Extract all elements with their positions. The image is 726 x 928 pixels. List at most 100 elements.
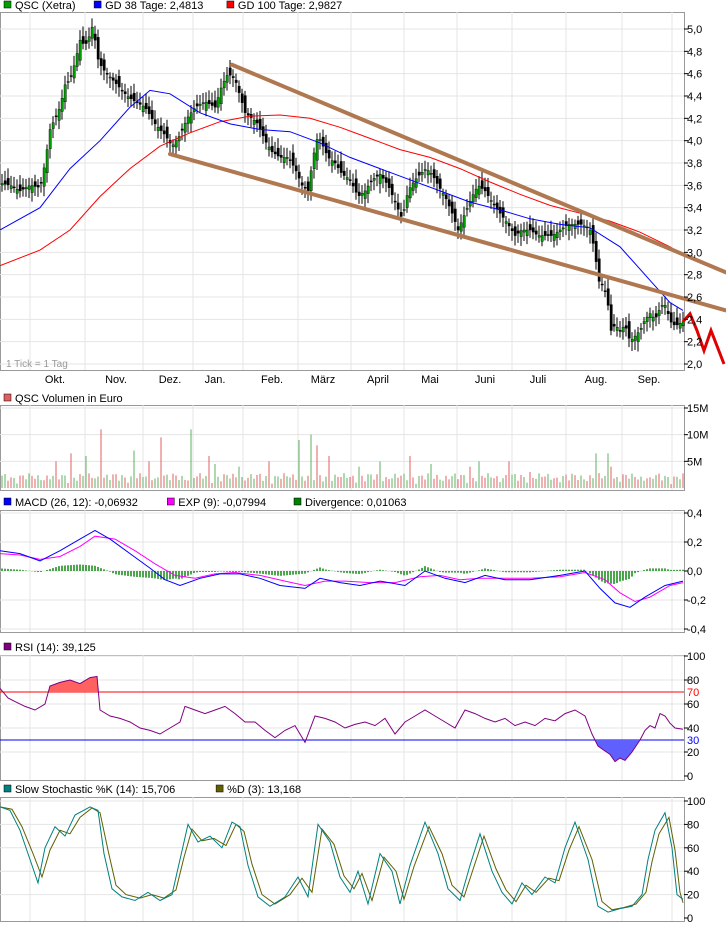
legend-label: %D (3): 13,168 bbox=[227, 784, 301, 796]
candle-body bbox=[231, 76, 235, 78]
candle-body bbox=[636, 332, 640, 342]
candle-body bbox=[207, 100, 211, 105]
candle-body bbox=[495, 202, 499, 210]
candle-body bbox=[675, 317, 679, 326]
candle-body bbox=[594, 241, 598, 262]
y-tick-label: 2,0 bbox=[687, 359, 702, 371]
candle-body bbox=[156, 127, 160, 131]
candle-body bbox=[45, 149, 49, 173]
candle-body bbox=[15, 189, 19, 194]
candle-body bbox=[453, 208, 457, 222]
candle-body bbox=[279, 155, 283, 158]
candle-body bbox=[105, 73, 109, 75]
candle-body bbox=[405, 195, 409, 208]
legend-label: MACD (26, 12): -0,06932 bbox=[15, 497, 138, 509]
candle-body bbox=[222, 80, 226, 89]
x-axis-label: Feb. bbox=[261, 374, 283, 386]
candle-body bbox=[543, 231, 547, 236]
y-tick-label: 2,2 bbox=[687, 337, 702, 349]
legend-swatch bbox=[3, 784, 12, 793]
candle-body bbox=[669, 312, 673, 323]
x-axis-label: Nov. bbox=[105, 374, 127, 386]
candle-body bbox=[591, 225, 595, 244]
candle-body bbox=[369, 180, 373, 183]
candle-body bbox=[255, 119, 259, 124]
legend-label: Divergence: 0,01063 bbox=[305, 497, 407, 509]
candle-body bbox=[534, 230, 538, 235]
y-tick-label: 3,4 bbox=[687, 203, 702, 215]
y-tick-label: 4,4 bbox=[687, 91, 702, 103]
candle-body bbox=[42, 167, 46, 187]
candle-body bbox=[552, 233, 556, 241]
candle-body bbox=[486, 187, 490, 196]
x-axis-label: Jan. bbox=[205, 374, 226, 386]
candle-body bbox=[9, 185, 13, 189]
x-axis-label: Sep. bbox=[638, 374, 661, 386]
candle-body bbox=[588, 229, 592, 235]
candle-body bbox=[240, 93, 244, 103]
y-tick-label: 20 bbox=[687, 890, 699, 902]
candle-body bbox=[285, 157, 289, 159]
candle-body bbox=[162, 130, 166, 135]
candle-body bbox=[450, 201, 454, 214]
y-tick-label: -0,4 bbox=[687, 624, 706, 636]
candle-body bbox=[348, 179, 352, 181]
candle-body bbox=[87, 36, 91, 42]
tick-note: 1 Tick = 1 Tag bbox=[6, 359, 68, 370]
candle-body bbox=[60, 98, 64, 112]
candle-body bbox=[660, 305, 664, 307]
candle-body bbox=[504, 221, 508, 224]
candle-body bbox=[120, 89, 124, 92]
candle-body bbox=[327, 149, 331, 159]
legend-swatch bbox=[3, 393, 12, 402]
candle-body bbox=[360, 193, 364, 196]
legend-swatch bbox=[293, 497, 302, 506]
y-tick-label: 2,6 bbox=[687, 292, 702, 304]
candle-body bbox=[618, 330, 622, 332]
candle-body bbox=[294, 165, 298, 172]
candle-body bbox=[579, 219, 583, 225]
candle-body bbox=[633, 335, 637, 341]
y-tick-label: 3,8 bbox=[687, 158, 702, 170]
y-tick-label: 20 bbox=[687, 747, 699, 759]
candle-body bbox=[282, 157, 286, 163]
candle-body bbox=[63, 84, 67, 102]
candle-body bbox=[324, 142, 328, 154]
y-tick-label: 5,0 bbox=[687, 24, 702, 36]
candle-body bbox=[264, 133, 268, 143]
rsi-70-label: 70 bbox=[687, 687, 699, 699]
candle-body bbox=[99, 58, 103, 67]
y-tick-label: 0,0 bbox=[687, 566, 702, 578]
candle-body bbox=[48, 129, 52, 149]
candle-body bbox=[537, 235, 541, 238]
candle-body bbox=[609, 304, 613, 331]
candle-body bbox=[195, 103, 199, 107]
y-tick-label: 4,6 bbox=[687, 69, 702, 81]
y-tick-label: 40 bbox=[687, 723, 699, 735]
candle-body bbox=[606, 288, 610, 306]
candle-body bbox=[420, 172, 424, 175]
legend-swatch bbox=[93, 0, 102, 9]
candle-body bbox=[465, 208, 469, 210]
candle-body bbox=[54, 115, 58, 118]
candle-body bbox=[429, 173, 433, 175]
candle-body bbox=[423, 169, 427, 171]
candle-body bbox=[402, 209, 406, 211]
candle-body bbox=[219, 87, 223, 104]
candle-body bbox=[621, 326, 625, 333]
candle-body bbox=[642, 321, 646, 324]
candle-body bbox=[678, 323, 682, 329]
candle-body bbox=[411, 182, 415, 191]
x-axis-label: Okt. bbox=[45, 374, 65, 386]
candle-body bbox=[111, 77, 115, 81]
candle-body bbox=[342, 170, 346, 176]
candle-body bbox=[144, 103, 148, 110]
candle-body bbox=[27, 185, 31, 190]
panel-frame bbox=[0, 655, 685, 781]
candle-body bbox=[366, 185, 370, 194]
candle-body bbox=[384, 177, 388, 183]
candle-body bbox=[267, 146, 271, 151]
candle-body bbox=[459, 222, 463, 232]
candle-body bbox=[648, 313, 652, 318]
y-tick-label: 80 bbox=[687, 819, 699, 831]
